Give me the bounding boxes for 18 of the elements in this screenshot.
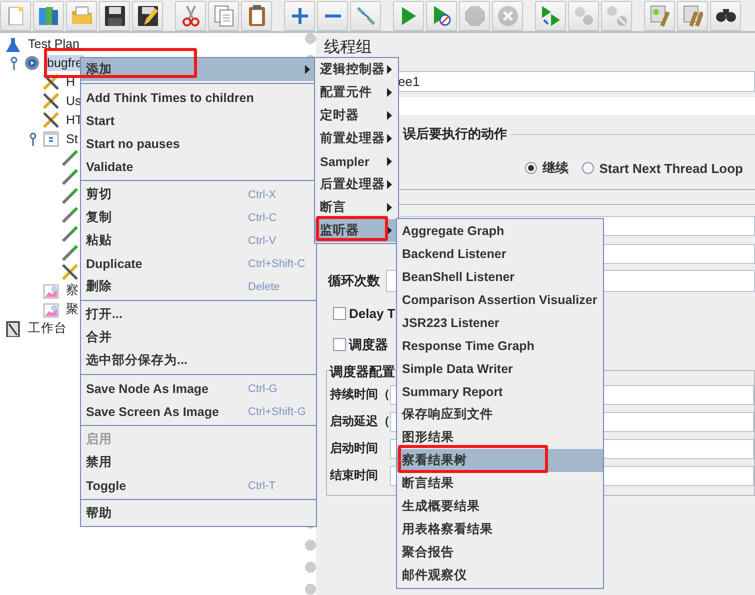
- shortcut-label: Ctrl-C: [248, 212, 277, 224]
- shortcut-label: Ctrl-G: [248, 382, 278, 394]
- checkbox-label: 调度器: [349, 336, 388, 354]
- panel-title: 线程组: [324, 38, 373, 58]
- section-title: 误后要执行的动作: [403, 125, 507, 143]
- section-title: 调度器配置: [330, 363, 395, 381]
- shortcut-label: Ctrl+Shift-C: [248, 258, 306, 270]
- shortcut-label: Ctrl+Shift-G: [248, 406, 306, 418]
- shortcut-label: Ctrl-X: [248, 188, 276, 200]
- checkbox-label: Delay T: [349, 306, 396, 321]
- field-label: 结束时间: [330, 467, 379, 484]
- shortcut-label: Delete: [248, 280, 280, 292]
- field-label: 循环次数: [328, 272, 380, 290]
- shortcut-label: Ctrl-V: [248, 234, 276, 246]
- field-label: 持续时间（: [330, 386, 390, 403]
- shortcut-label: Ctrl-T: [248, 480, 276, 492]
- field-label: 启动延迟（: [330, 413, 390, 430]
- field-label: 启动时间: [330, 440, 379, 457]
